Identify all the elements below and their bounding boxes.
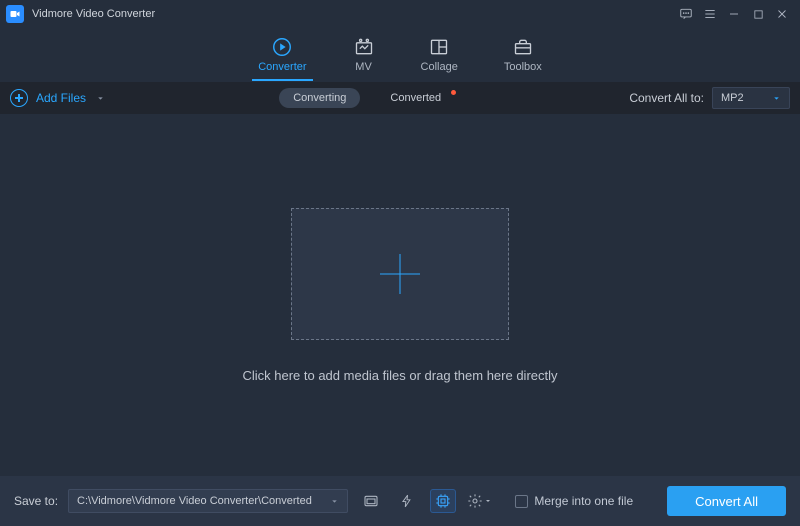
tab-toolbox[interactable]: Toolbox xyxy=(504,37,542,73)
close-button[interactable] xyxy=(770,2,794,26)
lightning-off-button[interactable] xyxy=(394,489,420,513)
save-to-label: Save to: xyxy=(14,494,58,508)
converter-icon xyxy=(271,37,293,57)
dropzone-hint: Click here to add media files or drag th… xyxy=(242,368,557,383)
tab-collage-label: Collage xyxy=(421,61,458,73)
chevron-down-icon xyxy=(96,94,105,103)
feedback-icon[interactable] xyxy=(674,2,698,26)
tab-mv[interactable]: MV xyxy=(353,37,375,73)
tab-converter-label: Converter xyxy=(258,61,306,73)
tab-collage[interactable]: Collage xyxy=(421,37,458,73)
collage-icon xyxy=(428,37,450,57)
merge-checkbox[interactable] xyxy=(515,495,528,508)
converted-label: Converted xyxy=(390,92,441,104)
converting-tab[interactable]: Converting xyxy=(279,88,360,108)
notification-dot-icon xyxy=(451,90,456,95)
format-select[interactable]: MP2 xyxy=(712,87,790,109)
tab-converter[interactable]: Converter xyxy=(258,37,306,73)
tab-toolbox-label: Toolbox xyxy=(504,61,542,73)
subbar: Add Files Converting Converted Convert A… xyxy=(0,82,800,114)
merge-label: Merge into one file xyxy=(534,494,633,508)
open-folder-button[interactable] xyxy=(358,489,384,513)
dropzone[interactable] xyxy=(291,208,509,340)
save-path-value: C:\Vidmore\Vidmore Video Converter\Conve… xyxy=(77,495,312,507)
settings-button[interactable] xyxy=(466,489,492,513)
titlebar: Vidmore Video Converter xyxy=(0,0,800,28)
maximize-button[interactable] xyxy=(746,2,770,26)
chevron-down-icon xyxy=(330,497,339,506)
toolbox-icon xyxy=(512,37,534,57)
mv-icon xyxy=(353,37,375,57)
convert-all-label: Convert All xyxy=(695,494,758,509)
add-files-button[interactable]: Add Files xyxy=(10,89,105,107)
convert-all-to-label: Convert All to: xyxy=(629,91,704,105)
workarea: Click here to add media files or drag th… xyxy=(0,114,800,476)
menu-icon[interactable] xyxy=(698,2,722,26)
chevron-down-icon xyxy=(772,94,781,103)
convert-all-button[interactable]: Convert All xyxy=(667,486,786,516)
tab-mv-label: MV xyxy=(355,61,372,73)
add-files-label: Add Files xyxy=(36,91,86,105)
main-tabs: Converter MV Collage Toolbox xyxy=(0,28,800,82)
plus-icon xyxy=(380,254,420,294)
save-path-select[interactable]: C:\Vidmore\Vidmore Video Converter\Conve… xyxy=(68,489,348,513)
plus-circle-icon xyxy=(10,89,28,107)
converted-tab[interactable]: Converted xyxy=(376,88,455,108)
bottombar: Save to: C:\Vidmore\Vidmore Video Conver… xyxy=(0,476,800,526)
gpu-accel-button[interactable] xyxy=(430,489,456,513)
app-logo xyxy=(6,5,24,23)
app-title: Vidmore Video Converter xyxy=(32,8,155,20)
status-segment: Converting Converted xyxy=(279,88,455,108)
convert-all-to: Convert All to: MP2 xyxy=(629,87,790,109)
minimize-button[interactable] xyxy=(722,2,746,26)
format-value: MP2 xyxy=(721,92,744,104)
merge-checkbox-group[interactable]: Merge into one file xyxy=(515,494,633,508)
